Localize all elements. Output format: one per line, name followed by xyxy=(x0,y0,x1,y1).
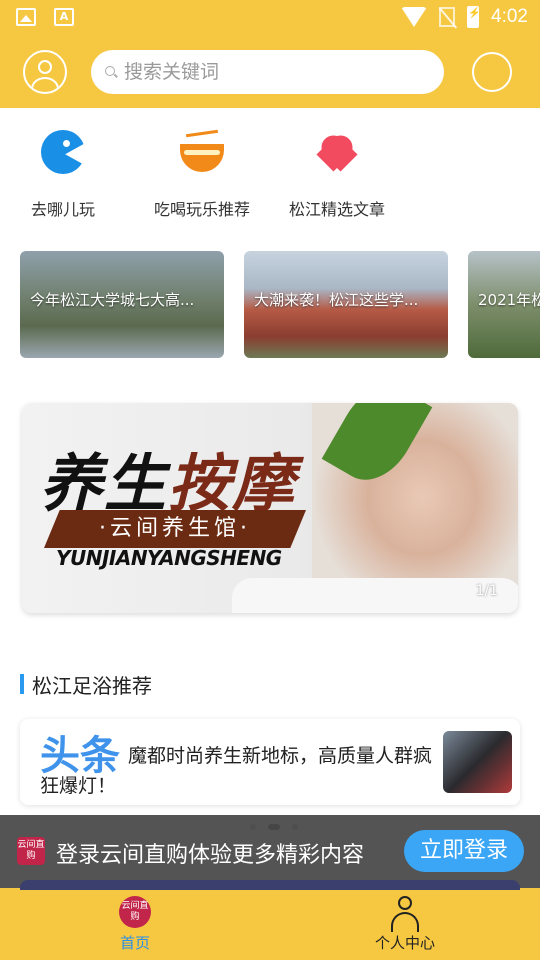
nav-label: 吃喝玩乐推荐 xyxy=(153,200,250,219)
banner-pinyin: YUNJIANYANGSHENG xyxy=(56,546,282,570)
status-bar: A 4:02 xyxy=(0,0,540,36)
battery-icon xyxy=(467,6,480,28)
tab-label: 个人中心 xyxy=(374,934,435,952)
article-title: 今年松江大学城七大高... xyxy=(30,291,195,309)
article-card[interactable]: 2021年松 xyxy=(468,251,540,358)
nav-label: 去哪儿玩 xyxy=(30,200,95,219)
article-card[interactable]: 今年松江大学城七大高... xyxy=(20,251,224,358)
banner-title: 养生按摩 xyxy=(40,447,297,520)
nav-food-fun[interactable]: 吃喝玩乐推荐 xyxy=(147,129,257,220)
nav-label: 松江精选文章 xyxy=(288,200,385,219)
banner-subtitle: ·云间养生馆· xyxy=(44,510,306,548)
bottom-tab-bar: 云间直购 首页 个人中心 xyxy=(0,880,540,960)
article-card[interactable]: 大潮来袭！松江这些学... xyxy=(244,251,448,358)
app-logo: 云间直购 xyxy=(17,837,45,865)
headline-card[interactable]: 头条 魔都时尚养生新地标，高质量人群疯狂爆灯！ xyxy=(20,719,520,805)
login-prompt: 云间直购 登录云间直购体验更多精彩内容 立即登录 xyxy=(0,815,540,888)
text-app-icon: A xyxy=(54,8,74,26)
blue-chat-icon xyxy=(41,130,85,174)
search-input[interactable] xyxy=(124,58,424,86)
status-time: 4:02 xyxy=(491,6,528,27)
bowl-icon xyxy=(180,129,224,174)
nav-articles[interactable]: 松江精选文章 xyxy=(282,130,392,220)
person-icon xyxy=(389,896,421,932)
top-header: A 4:02 xyxy=(0,0,540,108)
image-icon xyxy=(16,8,36,26)
home-logo-icon: 云间直购 xyxy=(119,896,151,928)
search-icon xyxy=(105,66,115,76)
tab-profile[interactable]: 个人中心 xyxy=(355,896,455,953)
article-title: 大潮来袭！松江这些学... xyxy=(254,291,419,309)
user-icon xyxy=(38,60,52,74)
headline-thumbnail xyxy=(443,731,512,793)
login-button[interactable]: 立即登录 xyxy=(404,830,524,872)
login-message: 登录云间直购体验更多精彩内容 xyxy=(56,843,365,868)
no-sim-icon xyxy=(439,7,456,27)
heart-icon xyxy=(315,130,359,174)
promo-banner[interactable]: 养生按摩 ·云间养生馆· YUNJIANYANGSHENG 1/1 xyxy=(22,403,518,613)
headline-text: 魔都时尚养生新地标，高质量人群疯狂爆灯！ xyxy=(40,745,433,797)
tab-home[interactable]: 云间直购 首页 xyxy=(85,896,185,953)
section-accent xyxy=(20,674,24,694)
section-title: 松江足浴推荐 xyxy=(32,674,152,698)
banner-pager: 1/1 xyxy=(475,583,498,599)
article-title: 2021年松 xyxy=(478,291,540,309)
message-button[interactable] xyxy=(472,52,512,92)
tab-label: 首页 xyxy=(119,934,150,952)
user-avatar-button[interactable] xyxy=(23,50,67,94)
wifi-icon xyxy=(401,7,428,27)
search-bar[interactable] xyxy=(91,50,444,94)
nav-where-to-go[interactable]: 去哪儿玩 xyxy=(8,130,118,220)
